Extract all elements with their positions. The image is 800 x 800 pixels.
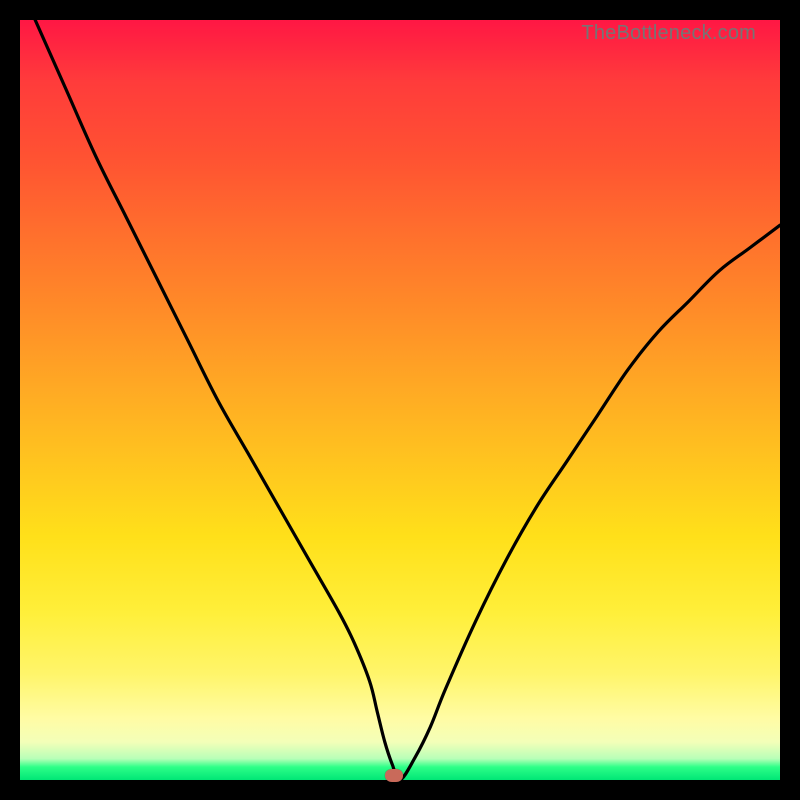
bottleneck-curve <box>20 20 780 780</box>
curve-path <box>35 20 780 780</box>
chart-frame: TheBottleneck.com <box>0 0 800 800</box>
plot-area: TheBottleneck.com <box>20 20 780 780</box>
optimum-marker <box>385 769 403 782</box>
